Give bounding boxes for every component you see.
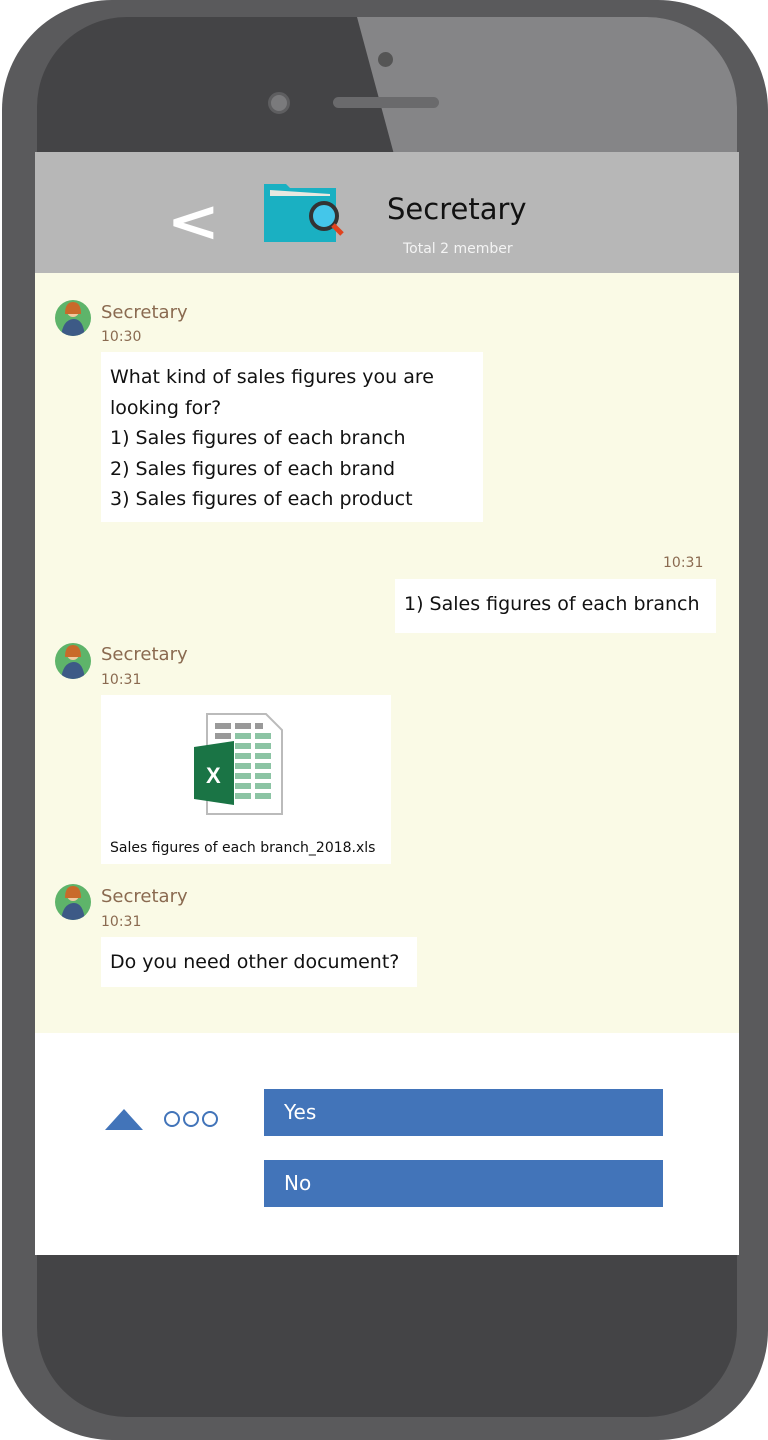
message-line: What kind of sales figures you are [110, 366, 434, 388]
reply-panel: Yes No [35, 1033, 739, 1255]
message-bubble: Do you need other document? [101, 937, 417, 987]
message-time: 10:30 [101, 329, 142, 345]
message-time: 10:31 [101, 672, 142, 688]
yes-button[interactable]: Yes [264, 1089, 663, 1136]
avatar[interactable] [55, 643, 91, 679]
sensor [378, 52, 393, 67]
sender-name: Secretary [101, 302, 188, 323]
sender-name: Secretary [101, 644, 188, 665]
sender-name: Secretary [101, 886, 188, 907]
excel-file-icon: X [194, 713, 283, 815]
message-time: 10:31 [101, 914, 142, 930]
speaker [333, 97, 439, 108]
no-button[interactable]: No [264, 1160, 663, 1207]
message-line: 2) Sales figures of each brand [110, 457, 396, 480]
message-line: 1) Sales figures of each branch [110, 427, 406, 449]
message-line: looking for? [110, 396, 222, 419]
avatar[interactable] [55, 884, 91, 920]
folder-search-icon [264, 184, 344, 242]
message-line: 3) Sales figures of each product [110, 488, 413, 510]
my-message-bubble: 1) Sales figures of each branch [395, 579, 716, 633]
svg-text:X: X [206, 763, 221, 788]
chat-header: < Secretary Total 2 member [35, 152, 739, 273]
member-count: Total 2 member [403, 241, 513, 257]
file-name: Sales figures of each branch_2018.xls [110, 840, 376, 856]
message-time: 10:31 [663, 555, 704, 571]
message-bubble: What kind of sales figures you are looki… [101, 352, 483, 522]
chat-screen: < Secretary Total 2 member Secretary 10:… [35, 152, 739, 1255]
chat-title: Secretary [387, 192, 527, 226]
file-attachment[interactable]: X Sales figures of each branch_2018.xls [101, 695, 391, 864]
three-circles-icon[interactable] [164, 1111, 218, 1127]
avatar[interactable] [55, 300, 91, 336]
chevron-left-icon[interactable]: < [167, 192, 220, 250]
front-camera [268, 92, 290, 114]
triangle-up-icon[interactable] [105, 1109, 143, 1130]
